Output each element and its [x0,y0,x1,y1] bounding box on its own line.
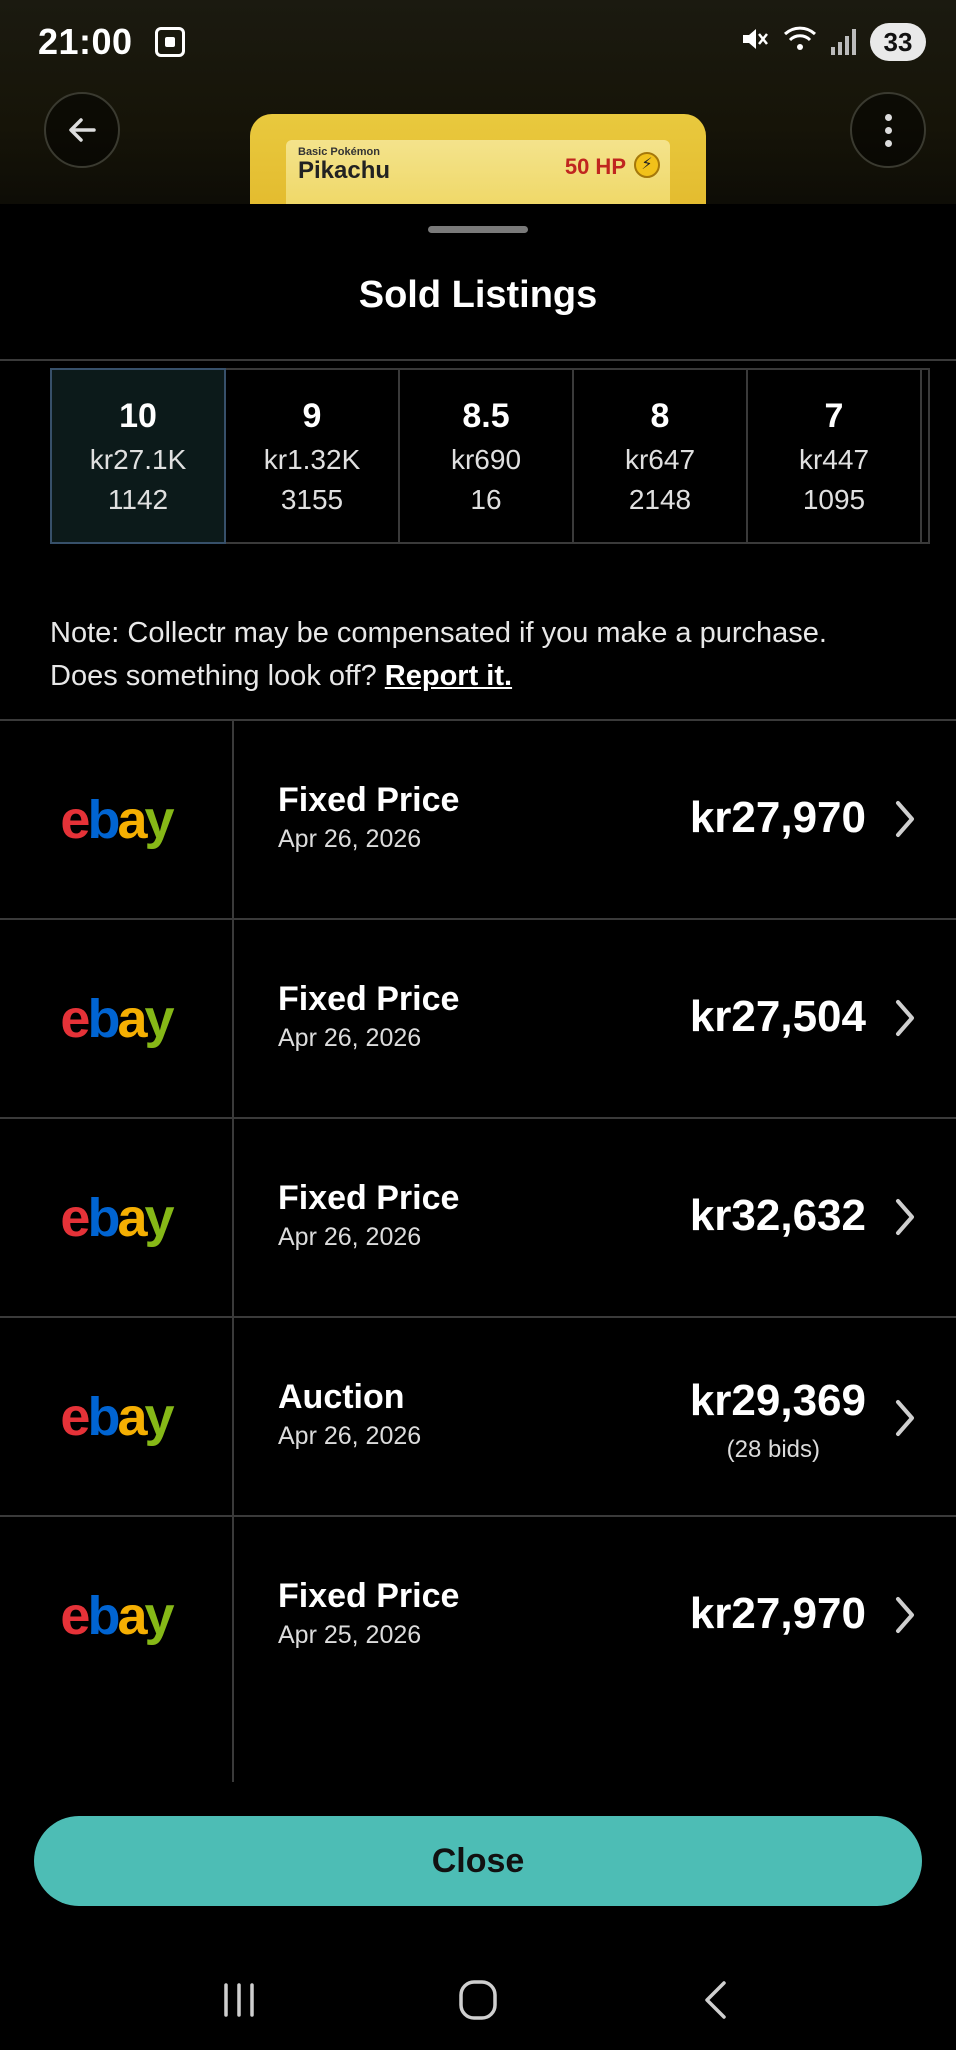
back-button[interactable] [44,92,120,168]
sold-listings-sheet: Sold Listings 10 kr27.1K 1142 9 kr1.32K … [0,204,956,2050]
listing-row[interactable]: ebay Fixed Price Apr 26, 2026 kr32,632 [0,1117,956,1316]
screen: 21:00 33 Basic Pokémon Pikachu 50 HP ⚡ S… [0,0,956,2050]
grade-count: 1142 [107,484,169,515]
grade-tab-10[interactable]: 10 kr27.1K 1142 [50,368,226,544]
listing-type: Fixed Price [278,1577,460,1615]
listing-price: kr27,970 [689,793,866,842]
grade-value: 10 [119,397,157,435]
ebay-logo: ebay [0,920,234,1117]
ebay-logo: ebay [0,1119,234,1316]
listing-price: kr27,504 [689,992,866,1041]
ebay-logo: ebay [0,721,234,918]
grade-count: 16 [470,484,502,515]
grade-price: kr1.32K [263,444,361,475]
grade-selector: 10 kr27.1K 1142 9 kr1.32K 3155 8.5 kr690… [50,368,930,544]
grade-price: kr690 [450,444,522,475]
listing-row[interactable]: ebay Auction Apr 26, 2026 kr29,369 (28 b… [0,1316,956,1515]
grade-value: 8 [650,397,670,435]
sheet-title: Sold Listings [358,274,598,316]
grade-value: 7 [824,397,844,435]
lightning-energy-icon: ⚡ [634,152,660,178]
recent-apps-icon [224,1983,255,2017]
battery-indicator: 33 [870,23,926,61]
ebay-logo: ebay [0,1517,234,1714]
grade-count: 1095 [802,484,866,515]
listing-type: Auction [278,1378,405,1416]
grade-tab-8[interactable]: 8 kr647 2148 [574,370,748,542]
divider [0,359,956,361]
listing-row[interactable]: ebay Fixed Price Apr 26, 2026 kr27,970 [0,719,956,918]
listing-row[interactable]: ebay Fixed Price Apr 25, 2026 kr27,970 [0,1515,956,1714]
card-hp: 50 HP [564,154,626,179]
grade-tab-9[interactable]: 9 kr1.32K 3155 [226,370,400,542]
sold-listings-list: ebay Fixed Price Apr 26, 2026 kr27,970 e… [0,719,956,1782]
listing-date: Apr 25, 2026 [278,1621,422,1649]
listing-price: kr32,632 [689,1191,866,1240]
grade-tab-next[interactable] [922,370,930,542]
mute-icon [739,24,769,61]
logo-cell [0,1714,234,1782]
report-link[interactable]: Report it. [385,660,512,692]
chevron-right-icon [896,1199,914,1235]
wifi-icon [783,24,817,61]
note-report-line: Does something look off? Report it. [50,655,930,698]
sheet-drag-handle[interactable] [428,226,528,233]
listing-date: Apr 26, 2026 [278,1223,422,1251]
grade-tab-8-5[interactable]: 8.5 kr690 16 [400,370,574,542]
listing-date: Apr 26, 2026 [278,825,422,853]
chevron-right-icon [896,801,914,837]
ebay-logo: ebay [0,1318,234,1515]
grade-tab-7[interactable]: 7 kr447 1095 [748,370,922,542]
listing-type: Fixed Price [278,781,460,819]
grade-price: kr647 [624,444,696,475]
chevron-right-icon [896,1400,914,1436]
listing-price: kr27,970 [689,1589,866,1638]
listing-row-partial [0,1714,956,1782]
note-report-prefix: Does something look off? [50,660,377,692]
listing-row[interactable]: ebay Fixed Price Apr 26, 2026 kr27,504 [0,918,956,1117]
affiliate-note: Note: Collectr may be compensated if you… [50,612,930,698]
system-nav-bar [0,1950,956,2050]
back-icon [704,1981,726,2019]
signal-icon [831,29,856,55]
more-vertical-icon [884,113,892,147]
more-options-button[interactable] [850,92,926,168]
listing-bids: (28 bids) [726,1436,820,1463]
grade-value: 8.5 [462,397,510,435]
nav-back-button[interactable] [682,1970,752,2030]
status-bar: 21:00 33 [0,0,956,84]
grade-price: kr447 [798,444,870,475]
listing-date: Apr 26, 2026 [278,1422,422,1450]
grade-count: 3155 [280,484,344,515]
recent-apps-button[interactable] [204,1970,274,2030]
grade-price: kr27.1K [89,444,187,475]
chevron-right-icon [896,1597,914,1633]
status-time: 21:00 [38,21,133,62]
grade-count: 2148 [628,484,692,515]
listing-type: Fixed Price [278,980,460,1018]
screen-record-icon [154,27,185,57]
note-disclaimer: Note: Collectr may be compensated if you… [50,617,827,649]
home-button[interactable] [443,1970,513,2030]
listing-date: Apr 26, 2026 [278,1024,422,1052]
close-button[interactable]: Close [34,1816,922,1906]
listing-type: Fixed Price [278,1179,460,1217]
listing-price: kr29,369 [689,1376,866,1425]
grade-value: 9 [302,397,322,435]
home-icon [459,1980,497,2020]
arrow-left-icon [69,118,96,142]
chevron-right-icon [896,1000,914,1036]
